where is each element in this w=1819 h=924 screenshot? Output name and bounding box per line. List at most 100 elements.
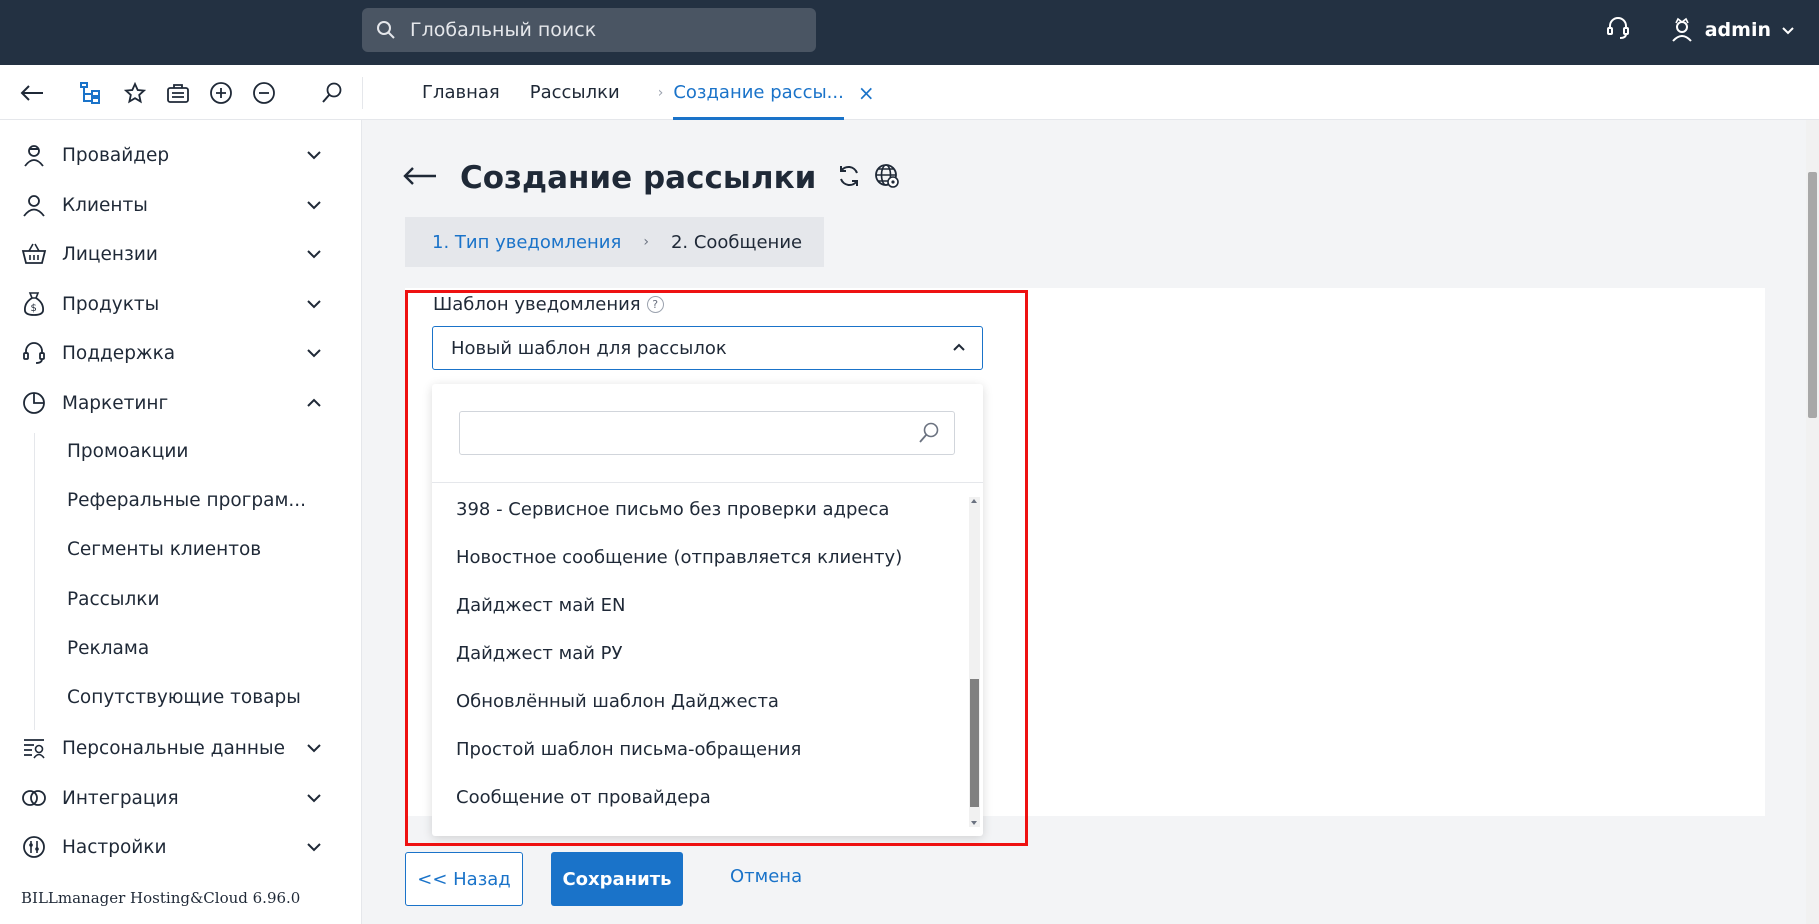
tree-menu-icon[interactable] [76,79,104,107]
selected-template-value: Новый шаблон для рассылок [451,337,727,359]
toolbar: Главная Рассылки › Создание рассы... × [0,65,1819,120]
sidebar-subitem-client-segments[interactable]: Сегменты клиентов [67,539,261,560]
dropdown-options-list: 398 - Сервисное письмо без проверки адре… [432,488,966,828]
step-message: 2. Сообщение [670,231,803,253]
sidebar-item-marketing[interactable]: Маркетинг [0,380,362,426]
chevron-down-icon [307,744,321,753]
sidebar-item-label: Настройки [62,836,167,858]
sidebar-item-label: Клиенты [62,194,148,216]
user-name: admin [1704,19,1771,41]
breadcrumb: Главная Рассылки › Создание рассы... × [422,65,875,120]
search-icon[interactable] [318,79,346,107]
field-label-text: Шаблон уведомления [433,294,641,315]
sidebar: Провайдер Клиенты Лицензии $ Продукты По… [0,120,362,924]
sidebar-item-products[interactable]: $ Продукты [0,281,362,327]
chevron-down-icon [307,250,321,259]
sidebar-item-label: Лицензии [62,243,158,265]
refresh-icon[interactable] [836,163,862,193]
dropdown-divider [432,482,983,483]
provider-icon [20,141,48,169]
search-icon [377,21,395,39]
sidebar-item-label: Маркетинг [62,392,169,414]
svg-text:$: $ [31,303,37,314]
pie-chart-icon [20,389,48,417]
sidebar-item-integration[interactable]: Интеграция [0,775,362,821]
scroll-up-arrow-icon[interactable] [971,499,977,503]
help-icon[interactable]: ? [646,296,664,313]
sidebar-subitem-mailings[interactable]: Рассылки [67,589,159,610]
sidebar-subitem-referral-programs[interactable]: Реферальные програм... [67,490,306,511]
sidebar-item-clients[interactable]: Клиенты [0,182,362,228]
search-icon [919,422,939,443]
sidebar-item-support[interactable]: Поддержка [0,330,362,376]
close-tab-icon[interactable]: × [858,81,875,105]
global-search-placeholder: Глобальный поиск [410,19,597,41]
basket-icon [20,240,48,268]
template-select[interactable]: Новый шаблон для рассылок [432,326,983,370]
sidebar-subitem-advertising[interactable]: Реклама [67,638,149,659]
sidebar-item-personal-data[interactable]: Персональные данные [0,725,362,771]
back-arrow-icon[interactable] [402,164,438,192]
page-scrollbar[interactable] [1806,120,1819,924]
remove-circle-icon[interactable] [250,79,278,107]
sidebar-item-provider[interactable]: Провайдер [0,132,362,178]
sidebar-item-licenses[interactable]: Лицензии [0,231,362,277]
star-icon[interactable] [121,79,149,107]
dropdown-option[interactable]: Дайджест май РУ [456,643,622,664]
dropdown-search-input[interactable] [459,411,955,455]
add-circle-icon[interactable] [207,79,235,107]
step-notification-type[interactable]: 1. Тип уведомления [432,232,621,253]
sidebar-item-label: Провайдер [62,144,170,166]
dropdown-option[interactable]: 398 - Сервисное письмо без проверки адре… [456,499,889,520]
sidebar-item-label: Интеграция [62,787,179,809]
sidebar-subitem-promotions[interactable]: Промоакции [67,441,188,462]
cancel-button[interactable]: Отмена [730,866,802,887]
money-bag-icon: $ [20,290,48,318]
save-button[interactable]: Сохранить [551,852,683,906]
headset-icon [20,339,48,367]
toolbar-divider [362,77,363,109]
scroll-down-arrow-icon[interactable] [971,821,977,825]
chevron-down-icon [307,300,321,309]
app-version: BILLmanager Hosting&Cloud 6.96.0 [21,889,301,907]
chevron-down-icon [307,843,321,852]
dropdown-scrollbar[interactable] [969,497,980,827]
chevron-down-icon [307,794,321,803]
dropdown-option[interactable]: Простой шаблон письма-обращения [456,739,801,760]
briefcase-icon[interactable] [164,79,192,107]
chevron-down-icon [307,151,321,160]
sidebar-subitem-related-products[interactable]: Сопутствующие товары [67,687,301,708]
clients-icon [20,191,48,219]
personal-data-icon [20,734,48,762]
sidebar-item-label: Персональные данные [62,737,285,759]
chevron-down-icon [1782,27,1794,35]
support-headset-icon[interactable] [1605,15,1631,45]
top-bar: Глобальный поиск admin [0,0,1819,65]
back-button[interactable]: << Назад [405,852,523,906]
globe-icon[interactable] [874,163,900,193]
submenu-guide-line [34,433,35,730]
page-header: Создание рассылки [402,158,900,198]
chevron-down-icon [307,201,321,210]
dropdown-option[interactable]: Сообщение от провайдера [456,787,711,808]
page-title: Создание рассылки [460,160,817,196]
global-search-input[interactable]: Глобальный поиск [362,8,816,52]
dropdown-scrollbar-thumb[interactable] [970,679,979,807]
template-dropdown: 398 - Сервисное письмо без проверки адре… [432,384,983,836]
back-arrow-icon[interactable] [18,79,46,107]
dropdown-option[interactable]: Обновлённый шаблон Дайджеста [456,691,779,712]
step-chevron-icon: › [643,234,649,250]
sidebar-item-label: Продукты [62,293,160,315]
sidebar-item-settings[interactable]: Настройки [0,824,362,870]
breadcrumb-current-tab[interactable]: Создание рассы... [673,65,844,120]
breadcrumb-home[interactable]: Главная [422,82,500,103]
template-field-label: Шаблон уведомления ? [433,294,664,315]
chevron-up-icon [953,343,965,351]
user-avatar-icon [1671,17,1692,42]
settings-icon [20,833,48,861]
page-scrollbar-thumb[interactable] [1808,172,1817,418]
dropdown-option[interactable]: Дайджест май EN [456,595,626,616]
dropdown-option[interactable]: Новостное сообщение (отправляется клиент… [456,547,902,568]
user-menu[interactable]: admin [1669,17,1795,43]
breadcrumb-mailings[interactable]: Рассылки [530,82,620,103]
